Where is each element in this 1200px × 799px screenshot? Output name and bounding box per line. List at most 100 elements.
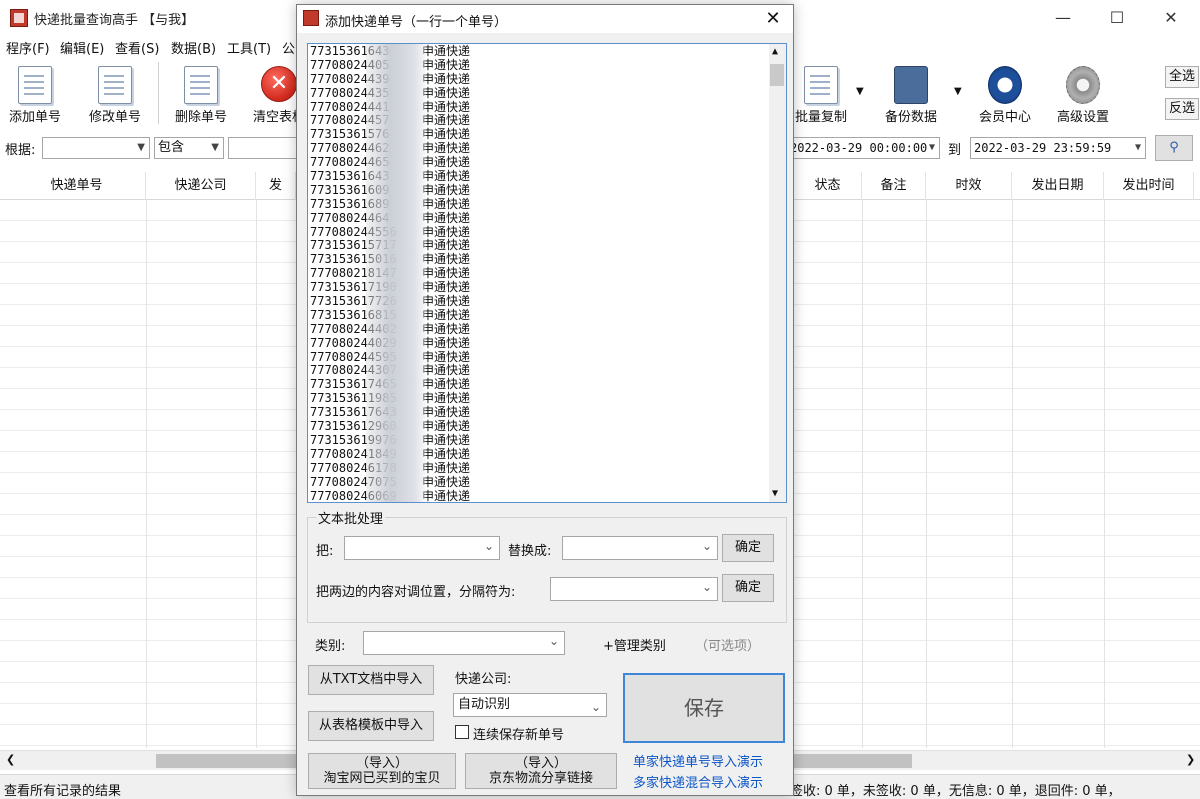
import-template-button[interactable]: 从表格模板中导入: [308, 711, 434, 741]
menu-view[interactable]: 查看(S): [115, 38, 159, 57]
chevron-down-icon: ▼: [137, 142, 145, 153]
add-number-label: 添加单号: [8, 110, 61, 125]
invert-selection-button[interactable]: 反选: [1165, 98, 1199, 120]
scrollbar-thumb[interactable]: [770, 64, 784, 86]
courier-name: 申通快递: [422, 44, 471, 58]
date-to-picker[interactable]: 2022-03-29 23:59:59 ▼: [970, 137, 1146, 159]
scroll-down-icon[interactable]: ▼: [772, 488, 778, 499]
column-divider: [1012, 200, 1013, 748]
redaction-blur: [366, 44, 426, 502]
copy-icon: [804, 66, 838, 104]
col-header-courier[interactable]: 快递公司: [146, 172, 256, 200]
backup-dropdown-icon[interactable]: ▼: [954, 86, 962, 97]
scroll-right-icon[interactable]: ❯: [1186, 753, 1195, 766]
add-number-button[interactable]: 添加单号: [0, 62, 70, 126]
courier-name: 申通快递: [422, 488, 471, 503]
floppy-icon: [894, 66, 928, 104]
textarea-scrollbar[interactable]: ▲ ▼: [769, 44, 786, 502]
status-left-text: 查看所有记录的结果: [4, 784, 122, 799]
backup-button[interactable]: 备份数据: [876, 62, 946, 126]
calendar-dropdown-icon: ▼: [1134, 142, 1141, 153]
col-header-ship[interactable]: 发: [256, 172, 296, 200]
col-header-ship-time[interactable]: 发出时间: [1104, 172, 1194, 200]
courier-name: 申通快递: [422, 377, 471, 392]
edit-number-label: 修改单号: [88, 110, 141, 125]
column-divider: [926, 200, 927, 748]
swap-label: 把两边的内容对调位置，分隔符为:: [316, 585, 516, 600]
courier-name: 申通快递: [422, 307, 471, 322]
member-center-button[interactable]: 会员中心: [970, 62, 1040, 126]
scroll-left-icon[interactable]: ❮: [6, 753, 15, 766]
courier-select[interactable]: 自动识别 ⌄: [453, 693, 607, 717]
col-header-tracking[interactable]: 快递单号: [8, 172, 146, 200]
select-all-button[interactable]: 全选: [1165, 66, 1199, 88]
text-batch-group: 文本批处理 把: ⌄ 替换成: ⌄ 确定 把两边的内容对调位置，分隔符为: ⌄ …: [307, 508, 787, 623]
courier-name: 申通快递: [422, 182, 471, 197]
courier-name: 申通快递: [422, 266, 471, 281]
scroll-up-icon[interactable]: ▲: [772, 46, 778, 57]
menu-tools[interactable]: 工具(T): [227, 38, 271, 57]
courier-name: 申通快递: [422, 432, 471, 447]
app-logo-icon: [303, 10, 319, 26]
manage-category-link[interactable]: +管理类别: [603, 635, 666, 654]
demo-multi-link[interactable]: 多家快递混合导入演示: [633, 772, 763, 791]
clear-x-icon: ✕: [261, 66, 297, 102]
replace-from-select[interactable]: ⌄: [344, 536, 500, 560]
courier-name: 申通快递: [422, 460, 471, 475]
menu-program[interactable]: 程序(F): [6, 38, 50, 57]
delete-document-icon: [184, 66, 218, 104]
col-header-ship-date[interactable]: 发出日期: [1012, 172, 1104, 200]
batch-group-legend: 文本批处理: [316, 508, 386, 527]
search-button[interactable]: ⚲: [1155, 135, 1193, 161]
chevron-down-icon: ⌄: [701, 539, 712, 553]
category-select[interactable]: ⌄: [363, 631, 565, 655]
maximize-button[interactable]: ☐: [1094, 0, 1140, 36]
import-jd-button[interactable]: （导入） 京东物流分享链接: [465, 753, 617, 789]
menu-edit[interactable]: 编辑(E): [60, 38, 104, 57]
advanced-settings-button[interactable]: 高级设置: [1048, 62, 1118, 126]
menu-more[interactable]: 公: [282, 38, 295, 57]
filter-field-select[interactable]: ▼: [42, 137, 150, 159]
replace-confirm-button[interactable]: 确定: [722, 534, 774, 562]
dialog-title: 添加快递单号（一行一个单号）: [325, 15, 508, 30]
batch-copy-dropdown-icon[interactable]: ▼: [856, 86, 864, 97]
dialog-close-button[interactable]: ✕: [753, 5, 793, 33]
save-button[interactable]: 保存: [623, 673, 785, 743]
import-taobao-tag: （导入）: [355, 756, 408, 771]
import-jd-tag: （导入）: [514, 756, 567, 771]
chevron-down-icon: ⌄: [483, 539, 494, 553]
date-to-value: 2022-03-29 23:59:59: [974, 141, 1112, 155]
chevron-down-icon: ▼: [211, 142, 219, 153]
import-txt-button[interactable]: 从TXT文档中导入: [308, 665, 434, 695]
courier-label: 快递公司:: [455, 672, 512, 687]
column-divider: [862, 200, 863, 748]
col-header-status[interactable]: 状态: [794, 172, 862, 200]
optional-hint: （可选项）: [695, 639, 761, 654]
import-taobao-button[interactable]: （导入） 淘宝网已买到的宝贝: [308, 753, 456, 789]
date-from-picker[interactable]: 2022-03-29 00:00:00 ▼: [786, 137, 940, 159]
edit-document-icon: [98, 66, 132, 104]
separator-select[interactable]: ⌄: [550, 577, 718, 601]
menu-data[interactable]: 数据(B): [171, 38, 216, 57]
courier-name: 申通快递: [422, 405, 471, 420]
tracking-number-textarea[interactable]: 77315361643 申通快递 77708024405 申通快递 7770802443…: [307, 43, 787, 503]
delete-number-button[interactable]: 删除单号: [166, 62, 236, 126]
swap-confirm-button[interactable]: 确定: [722, 574, 774, 602]
demo-single-link[interactable]: 单家快递单号导入演示: [633, 751, 763, 770]
keep-saving-checkbox[interactable]: [455, 725, 469, 739]
filter-by-label: 根据:: [5, 143, 36, 158]
courier-name: 申通快递: [422, 335, 471, 350]
replace-to-select[interactable]: ⌄: [562, 536, 718, 560]
courier-name: 申通快递: [422, 210, 471, 225]
filter-keyword-input[interactable]: [228, 137, 298, 159]
edit-number-button[interactable]: 修改单号: [80, 62, 150, 126]
close-button[interactable]: ✕: [1148, 0, 1194, 36]
minimize-button[interactable]: —: [1040, 0, 1086, 36]
courier-name: 申通快递: [422, 280, 471, 295]
col-header-duration[interactable]: 时效: [926, 172, 1012, 200]
courier-name: 申通快递: [422, 57, 471, 72]
chevron-down-icon: ⌄: [548, 634, 559, 648]
filter-condition-select[interactable]: 包含 ▼: [154, 137, 224, 159]
import-taobao-label: 淘宝网已买到的宝贝: [323, 771, 441, 786]
col-header-note[interactable]: 备注: [862, 172, 926, 200]
